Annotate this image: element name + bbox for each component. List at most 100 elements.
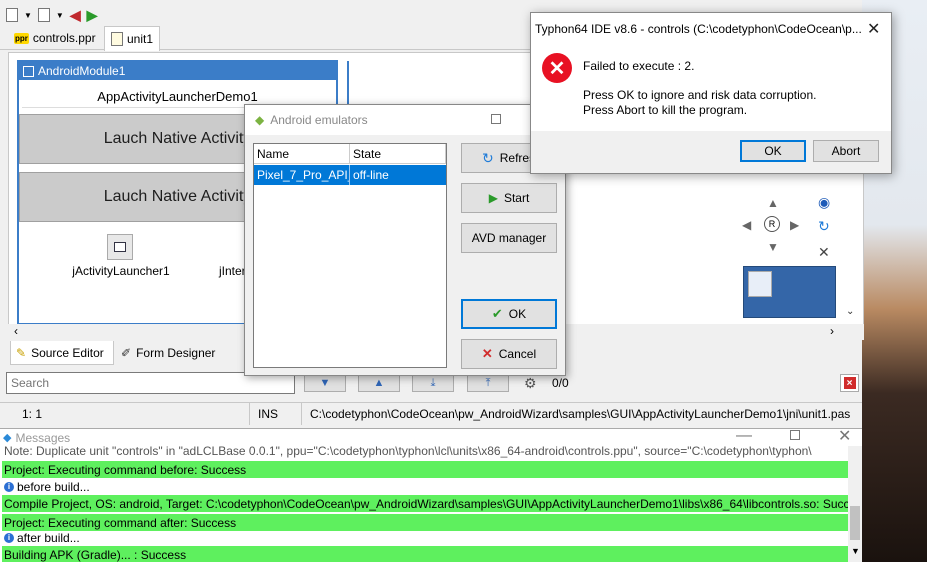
dialog-title: Typhon64 IDE v8.6 - controls (C:\codetyp… <box>535 22 862 36</box>
maximize-icon[interactable] <box>491 114 501 124</box>
message-line[interactable]: i after build... <box>2 529 848 546</box>
edit-mode: INS <box>250 402 302 425</box>
component-label-1: jActivityLauncher1 <box>72 264 170 278</box>
android-emulators-dialog: ◆ Android emulators Name State Pixel_7_P… <box>244 104 566 376</box>
messages-window: ◆ Messages — ✕ Note: Duplicate unit "con… <box>0 427 862 562</box>
error-dialog: Typhon64 IDE v8.6 - controls (C:\codetyp… <box>530 12 892 174</box>
unit-file-icon <box>111 32 123 46</box>
search-count: 0/0 <box>552 376 569 390</box>
info-icon: i <box>4 532 14 543</box>
units-icon[interactable] <box>37 8 50 22</box>
error-message-line2: Press OK to ignore and risk data corrupt… <box>583 88 817 102</box>
toolbar: ▼ ▼ ◀ ▶ <box>6 6 97 24</box>
message-line[interactable]: Compile Project, OS: android, Target: C:… <box>2 495 848 512</box>
info-icon: i <box>4 481 14 492</box>
message-text: Note: Duplicate unit "controls" in "adLC… <box>4 443 812 458</box>
scroll-left-icon[interactable]: ‹ <box>14 324 18 338</box>
avd-manager-button[interactable]: AVD manager <box>461 223 557 253</box>
check-icon: ✔ <box>491 306 503 321</box>
tab-form-designer[interactable]: ✐ Form Designer <box>116 341 232 365</box>
emulators-grid[interactable]: Name State Pixel_7_Pro_API_3 off-line <box>253 143 447 368</box>
tab-unit1[interactable]: unit1 <box>104 26 161 51</box>
up-arrow-icon[interactable]: ▲ <box>767 196 779 210</box>
arrow-down-icon: ▼ <box>319 377 331 389</box>
cursor-position: 1: 1 <box>0 402 250 425</box>
error-icon: ✕ <box>542 53 572 83</box>
dialog-title: Android emulators <box>270 113 368 127</box>
forward-arrow-icon[interactable]: ▶ <box>87 7 98 24</box>
ok-button[interactable]: OK <box>740 140 806 162</box>
back-arrow-icon[interactable]: ◀ <box>70 7 81 24</box>
activity-launcher-component-icon[interactable] <box>107 234 133 260</box>
button-label: Start <box>503 191 530 205</box>
dropdown-icon[interactable]: ▼ <box>56 11 64 20</box>
tab-label: unit1 <box>127 32 154 46</box>
message-line[interactable]: i before build... <box>2 478 848 495</box>
start-button[interactable]: ▶ Start <box>461 183 557 213</box>
scroll-down-icon[interactable]: ⌄ <box>846 306 854 317</box>
status-bar: 1: 1 INS C:\codetyphon\CodeOcean\pw_Andr… <box>0 402 862 425</box>
search-last-button[interactable]: ⤓ <box>412 374 454 392</box>
message-line[interactable]: Note: Duplicate unit "controls" in "adLC… <box>2 442 848 459</box>
close-icon: × <box>843 377 856 389</box>
error-title-bar: Typhon64 IDE v8.6 - controls (C:\codetyp… <box>531 13 891 45</box>
message-text: before build... <box>17 479 90 494</box>
close-icon[interactable]: ✕ <box>867 19 880 39</box>
right-arrow-icon[interactable]: ▶ <box>790 218 799 232</box>
arrow-top-icon: ⤒ <box>485 376 491 389</box>
ppr-file-icon: ppr <box>14 32 29 44</box>
clear-search-button[interactable]: × <box>840 374 859 392</box>
refresh-icon: ↻ <box>482 149 494 166</box>
message-line[interactable]: Project: Executing command before: Succe… <box>2 461 848 478</box>
module-title: AndroidModule1 <box>38 64 126 78</box>
dropdown-icon[interactable]: ▼ <box>24 11 32 20</box>
search-next-button[interactable]: ▼ <box>304 374 346 392</box>
new-file-icon[interactable] <box>6 8 18 22</box>
center-icon[interactable]: R <box>764 216 780 232</box>
refresh-icon[interactable]: ↻ <box>818 218 830 235</box>
emulator-row[interactable]: Pixel_7_Pro_API_3 off-line <box>254 165 446 185</box>
tab-label: Source Editor <box>31 345 104 360</box>
col-name-header[interactable]: Name <box>254 144 350 164</box>
col-state-header[interactable]: State <box>350 144 446 164</box>
button-label: AVD manager <box>471 231 547 245</box>
message-text: Project: Executing command before: Succe… <box>4 462 247 477</box>
maximize-icon[interactable] <box>790 430 800 440</box>
error-message-line1: Failed to execute : 2. <box>583 59 695 73</box>
ok-button[interactable]: ✔ OK <box>461 299 557 329</box>
down-arrow-icon[interactable]: ▼ <box>767 240 779 254</box>
error-footer: OK Abort <box>531 131 891 173</box>
emulators-title-bar: ◆ Android emulators <box>245 105 565 135</box>
source-editor-icon: ✎ <box>16 345 27 360</box>
message-text: Compile Project, OS: android, Target: C:… <box>4 496 848 511</box>
tab-label: Form Designer <box>136 346 216 360</box>
messages-vscrollbar[interactable]: ▼ <box>848 446 862 562</box>
form-icon <box>23 65 34 77</box>
tab-controls-ppr[interactable]: ppr controls.ppr <box>8 26 102 50</box>
module-title-bar: AndroidModule1 <box>19 62 336 80</box>
eye-icon[interactable]: ◉ <box>818 194 830 211</box>
search-prev-button[interactable]: ▲ <box>358 374 400 392</box>
android-icon: ◆ <box>255 113 265 127</box>
arrow-bottom-icon: ⤓ <box>430 376 436 389</box>
abort-button[interactable]: Abort <box>813 140 879 162</box>
search-first-button[interactable]: ⤒ <box>467 374 509 392</box>
emulator-state: off-line <box>353 168 389 182</box>
tab-label: controls.ppr <box>32 31 96 45</box>
message-line[interactable]: Building APK (Gradle)... : Success <box>2 546 848 562</box>
gear-icon[interactable]: ⚙ <box>524 375 537 392</box>
tools-icon[interactable]: ✕ <box>818 244 830 261</box>
cancel-x-icon: ✕ <box>481 346 493 361</box>
button-label: OK <box>508 307 527 321</box>
file-path: C:\codetyphon\CodeOcean\pw_AndroidWizard… <box>310 406 851 421</box>
button-label: Cancel <box>498 347 537 361</box>
left-arrow-icon[interactable]: ◀ <box>742 218 751 232</box>
scroll-thumb[interactable] <box>850 506 860 540</box>
cancel-button[interactable]: ✕ Cancel <box>461 339 557 369</box>
message-text: Building APK (Gradle)... : Success <box>4 547 187 562</box>
form-preview-thumbnail[interactable] <box>743 266 836 318</box>
emulator-name: Pixel_7_Pro_API_3 <box>254 165 350 185</box>
scroll-down-icon[interactable]: ▼ <box>851 546 860 556</box>
tab-source-editor[interactable]: ✎ Source Editor <box>10 341 114 365</box>
scroll-right-icon[interactable]: › <box>830 324 834 338</box>
